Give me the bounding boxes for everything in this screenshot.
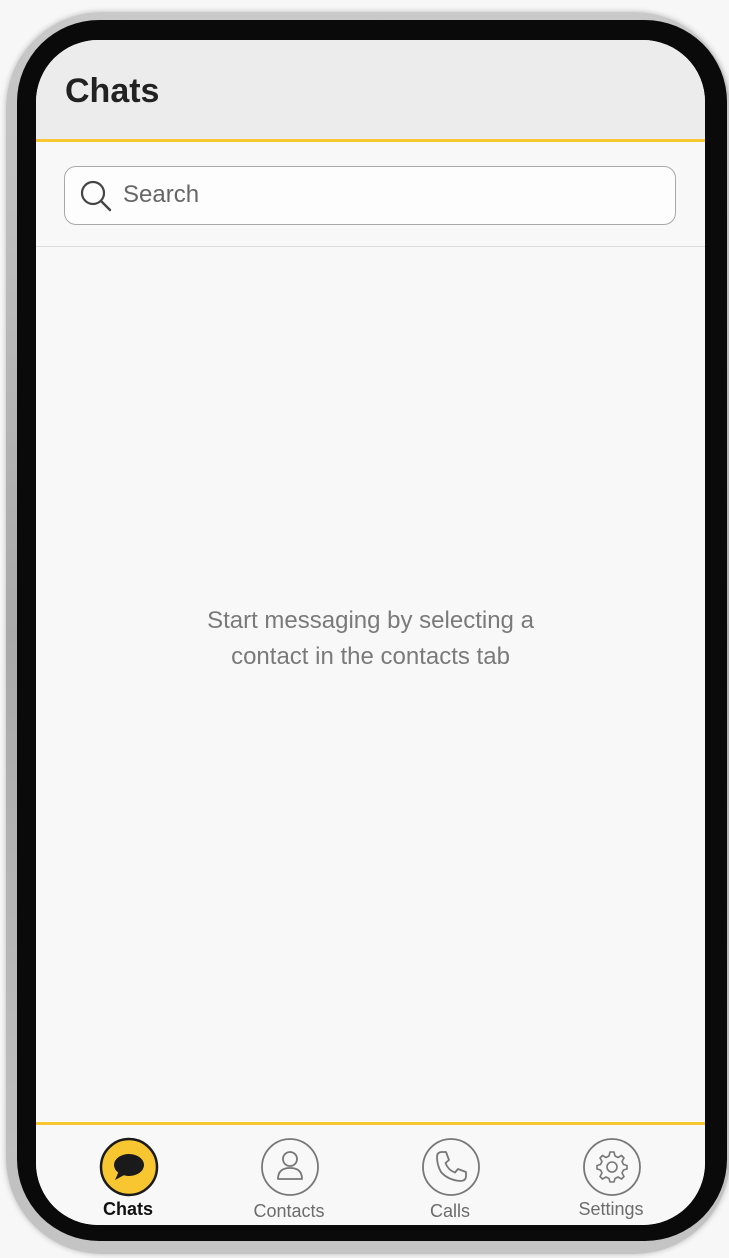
tab-label-settings: Settings [578,1199,644,1219]
chat-bubble-icon [99,1137,159,1197]
phone-screen: Chats Start messaging by selecting a con… [36,40,705,1225]
tab-calls[interactable]: Calls [385,1137,515,1225]
search-input[interactable] [123,167,663,223]
phone-icon [421,1137,481,1197]
empty-state-line-2: contact in the contacts tab [231,643,510,670]
search-icon [79,179,113,213]
empty-state-message: Start messaging by selecting a contact i… [36,603,705,675]
app-header: Chats [36,40,705,142]
empty-state-line-1: Start messaging by selecting a [207,607,534,634]
tab-chats[interactable]: Chats [63,1137,193,1225]
search-box[interactable] [64,166,676,225]
tab-label-chats: Chats [102,1199,153,1219]
person-icon [260,1137,320,1197]
tab-contacts[interactable]: Contacts [224,1137,354,1225]
gear-icon [582,1137,642,1197]
bottom-tab-bar: Chats Contacts Calls Settings [36,1122,705,1225]
search-area [36,145,705,247]
tab-label-calls: Calls [429,1201,470,1221]
page-title: Chats [65,72,160,110]
tab-label-contacts: Contacts [253,1201,325,1221]
tab-settings[interactable]: Settings [546,1137,676,1225]
